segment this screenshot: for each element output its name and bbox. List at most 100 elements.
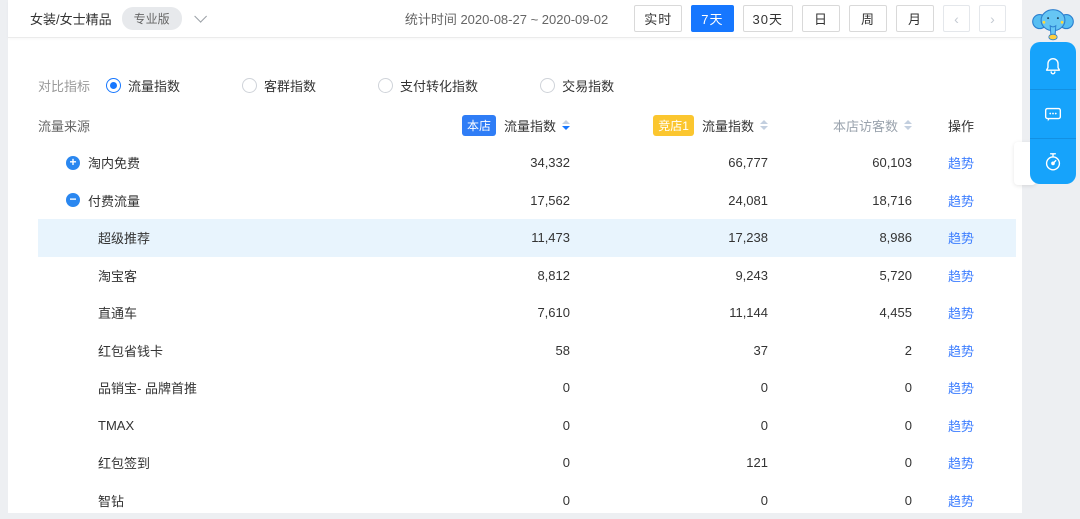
- message-icon: [1042, 103, 1064, 125]
- visitors-value: 0: [905, 418, 912, 433]
- table-row[interactable]: +淘内免费34,33266,77760,103趋势: [38, 144, 1016, 182]
- competitor-metric-header[interactable]: 竞店1 流量指数: [653, 115, 768, 136]
- visitors-value: 60,103: [872, 155, 912, 170]
- competitor-index-value: 11,144: [729, 305, 768, 320]
- action-cell: 趋势: [948, 378, 974, 397]
- messages-button[interactable]: [1030, 89, 1076, 137]
- visitors-header[interactable]: 本店访客数: [833, 116, 912, 135]
- source-cell: 红包省钱卡: [38, 341, 398, 360]
- trend-link[interactable]: 趋势: [948, 456, 974, 471]
- trend-link[interactable]: 趋势: [948, 156, 974, 171]
- notifications-button[interactable]: [1030, 42, 1076, 89]
- visitors-value: 18,716: [872, 193, 912, 208]
- action-cell: 趋势: [948, 228, 974, 247]
- radio-label: 流量指数: [128, 76, 180, 95]
- source-cell: 智钻: [38, 491, 398, 510]
- action-cell: 趋势: [948, 416, 974, 435]
- trend-link[interactable]: 趋势: [948, 344, 974, 359]
- own-store-badge: 本店: [462, 115, 496, 136]
- table-row[interactable]: −付费流量17,56224,08118,716趋势: [38, 182, 1016, 220]
- competitor-index-value: 0: [761, 418, 768, 433]
- metric-label: 对比指标: [38, 76, 90, 95]
- pager-prev-button[interactable]: ‹: [943, 5, 970, 32]
- traffic-source-name: 红包省钱卡: [98, 341, 163, 360]
- metric-radio-option[interactable]: 流量指数: [106, 76, 180, 95]
- own-index-value: 17,562: [530, 193, 570, 208]
- metric-selector-row: 对比指标 流量指数 客群指数 支付转化指数 交易指数: [8, 64, 1022, 106]
- own-metric-header[interactable]: 本店 流量指数: [462, 115, 570, 136]
- topbar-right-group: 统计时间 2020-08-27 ~ 2020-09-02 实时7天30天日周月 …: [405, 5, 1006, 32]
- trend-link[interactable]: 趋势: [948, 494, 974, 509]
- traffic-source-name: 淘内免费: [88, 153, 140, 172]
- traffic-source-name: 品销宝- 品牌首推: [98, 378, 197, 397]
- trend-link[interactable]: 趋势: [948, 194, 974, 209]
- source-cell: 超级推荐: [38, 228, 398, 247]
- table-row[interactable]: 超级推荐 11,473 17,238 8,986 趋势: [38, 219, 1016, 257]
- range-button[interactable]: 30天: [743, 5, 793, 32]
- category-selector[interactable]: 女装/女士精品: [30, 9, 112, 28]
- action-cell: 趋势: [948, 453, 974, 472]
- table-row[interactable]: 红包省钱卡 58 37 2 趋势: [38, 332, 1016, 370]
- trend-link[interactable]: 趋势: [948, 306, 974, 321]
- range-button[interactable]: 实时: [634, 5, 682, 32]
- competitor-index-value: 0: [761, 380, 768, 395]
- traffic-source-name: 红包签到: [98, 453, 150, 472]
- competitor-index-value: 17,238: [728, 230, 768, 245]
- table-row[interactable]: 直通车7,61011,1444,455趋势: [38, 294, 1016, 332]
- table-row[interactable]: 红包签到01210趋势: [38, 444, 1016, 482]
- visitors-label: 本店访客数: [833, 116, 898, 135]
- radio-icon: [378, 78, 393, 93]
- source-column-header: 流量来源: [38, 116, 398, 135]
- sort-icon[interactable]: [760, 120, 768, 130]
- range-button[interactable]: 周: [849, 5, 887, 32]
- table-body: +淘内免费34,33266,77760,103趋势−付费流量17,56224,0…: [38, 144, 1016, 519]
- trend-link[interactable]: 趋势: [948, 231, 974, 246]
- range-button[interactable]: 7天: [691, 5, 733, 32]
- pager-next-button[interactable]: ›: [979, 5, 1006, 32]
- metric-radio-option[interactable]: 支付转化指数: [378, 76, 478, 95]
- metric-radio-option[interactable]: 交易指数: [540, 76, 614, 95]
- source-cell: + 淘内免费: [38, 153, 398, 172]
- trend-link[interactable]: 趋势: [948, 381, 974, 396]
- competitor-index-value: 37: [754, 343, 768, 358]
- sort-icon[interactable]: [562, 120, 570, 130]
- trend-link[interactable]: 趋势: [948, 269, 974, 284]
- radio-icon: [106, 78, 121, 93]
- metric-options: 流量指数 客群指数 支付转化指数 交易指数: [106, 76, 676, 95]
- elephant-mascot-icon[interactable]: [1032, 2, 1074, 44]
- timer-button[interactable]: [1030, 138, 1076, 184]
- chevron-down-icon[interactable]: [194, 10, 207, 23]
- visitors-value: 0: [905, 493, 912, 508]
- traffic-source-name: TMAX: [98, 418, 134, 433]
- trend-link[interactable]: 趋势: [948, 419, 974, 434]
- source-cell: 红包签到: [38, 453, 398, 472]
- metric-radio-option[interactable]: 客群指数: [242, 76, 316, 95]
- competitor-index-value: 121: [746, 455, 768, 470]
- table-row[interactable]: 品销宝- 品牌首推000趋势: [38, 369, 1016, 407]
- collapse-icon[interactable]: −: [66, 193, 80, 207]
- range-button[interactable]: 月: [896, 5, 934, 32]
- own-index-value: 0: [563, 455, 570, 470]
- range-button[interactable]: 日: [802, 5, 840, 32]
- own-index-value: 58: [556, 343, 570, 358]
- table-row[interactable]: 淘宝客8,8129,2435,720趋势: [38, 257, 1016, 295]
- traffic-source-name: 付费流量: [88, 191, 140, 210]
- competitor-metric-label: 流量指数: [702, 116, 754, 135]
- table-row[interactable]: TMAX000趋势: [38, 407, 1016, 445]
- own-index-value: 11,473: [531, 230, 570, 245]
- version-badge: 专业版: [122, 7, 182, 30]
- visitors-value: 8,986: [879, 230, 912, 245]
- table-row[interactable]: 智钻000趋势: [38, 482, 1016, 519]
- source-cell: 直通车: [38, 303, 398, 322]
- traffic-source-name: 智钻: [98, 491, 124, 510]
- sort-icon[interactable]: [904, 120, 912, 130]
- own-index-value: 34,332: [530, 155, 570, 170]
- radio-label: 客群指数: [264, 76, 316, 95]
- action-cell: 趋势: [948, 191, 974, 210]
- expand-icon[interactable]: +: [66, 156, 80, 170]
- top-bar: 女装/女士精品 专业版 统计时间 2020-08-27 ~ 2020-09-02…: [8, 0, 1022, 38]
- traffic-source-name: 直通车: [98, 303, 137, 322]
- action-cell: 趋势: [948, 266, 974, 285]
- visitors-value: 2: [905, 343, 912, 358]
- bell-icon: [1042, 55, 1064, 77]
